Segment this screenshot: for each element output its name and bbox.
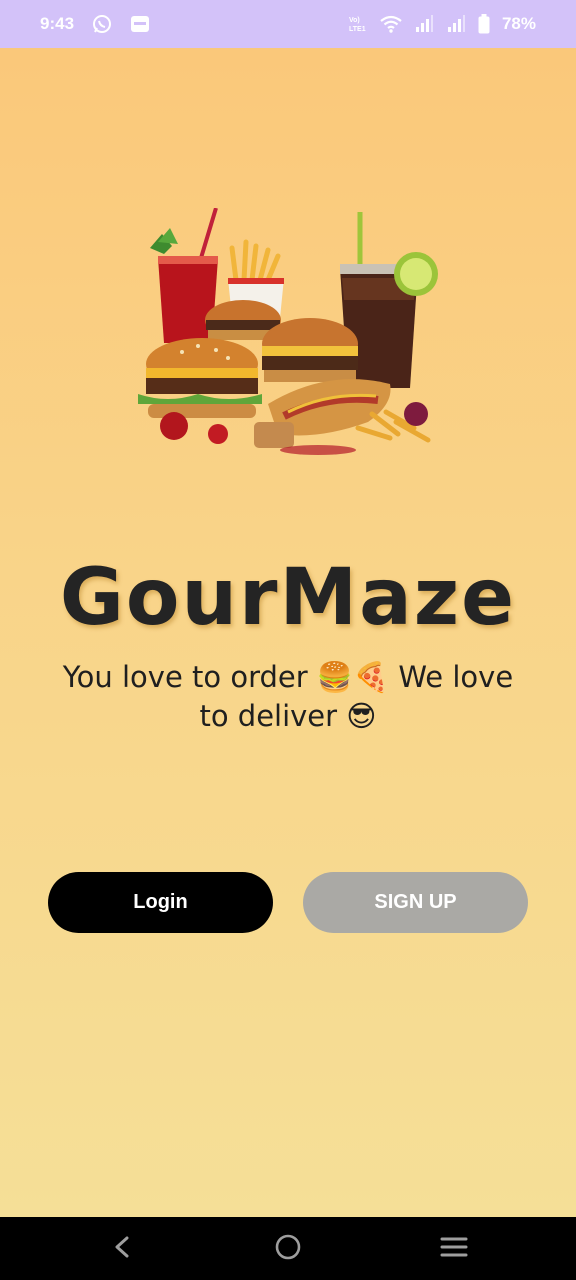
tagline-line-2: to deliver 😎 [199, 699, 377, 733]
battery-icon [478, 14, 490, 34]
menu-icon [440, 1235, 468, 1263]
login-button[interactable]: Login [48, 872, 273, 933]
welcome-screen: GourMaze You love to order 🍔🍕 We love to… [0, 48, 576, 1217]
app-logo-text: GourMaze [59, 553, 517, 643]
volte-icon: Vo) LTE1 [348, 14, 368, 34]
burger-center [262, 318, 358, 382]
whatsapp-icon [92, 14, 112, 34]
signup-button[interactable]: SIGN UP [303, 872, 528, 933]
tagline-line-1: You love to order 🍔🍕 We love [62, 660, 514, 694]
signal-icon [446, 14, 466, 34]
status-bar: 9:43 Vo) LTE1 78% [0, 0, 576, 48]
fast-food-illustration [128, 207, 448, 468]
burger-front [138, 338, 262, 418]
recent-apps-button[interactable] [406, 1217, 502, 1280]
signal-icon [414, 14, 434, 34]
app-notification-icon [130, 14, 150, 34]
wifi-icon [380, 14, 402, 34]
home-icon [274, 1233, 302, 1265]
navigation-bar [0, 1217, 576, 1280]
back-icon [112, 1235, 132, 1263]
svg-text:LTE1: LTE1 [349, 26, 366, 33]
battery-percent: 78% [501, 14, 536, 33]
tagline: You love to order 🍔🍕 We love to deliver … [48, 658, 528, 736]
svg-text:Vo): Vo) [349, 17, 360, 24]
status-right: Vo) LTE1 78% [348, 0, 536, 48]
back-button[interactable] [74, 1217, 170, 1280]
status-left: 9:43 [40, 0, 150, 48]
status-time: 9:43 [40, 14, 75, 33]
home-button[interactable] [240, 1217, 336, 1280]
